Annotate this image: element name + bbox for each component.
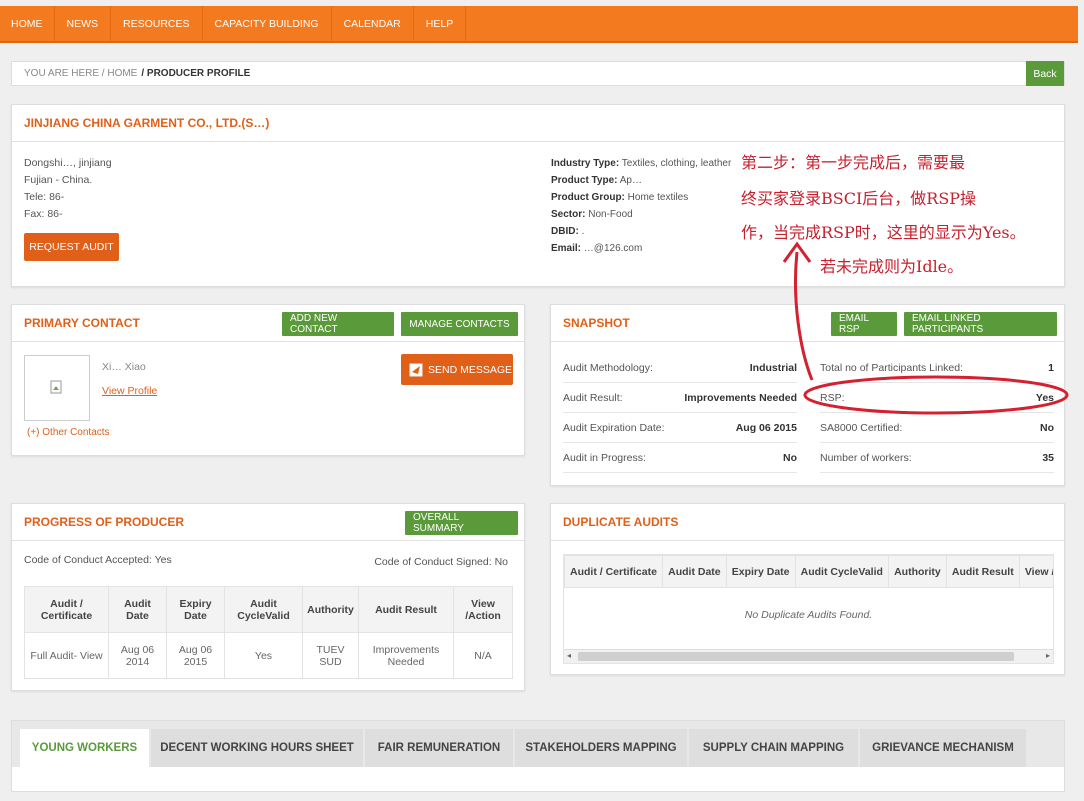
annotation-overlay bbox=[782, 241, 1069, 415]
annotation-arrow-line bbox=[794, 251, 814, 381]
annotation-circle bbox=[803, 375, 1069, 415]
